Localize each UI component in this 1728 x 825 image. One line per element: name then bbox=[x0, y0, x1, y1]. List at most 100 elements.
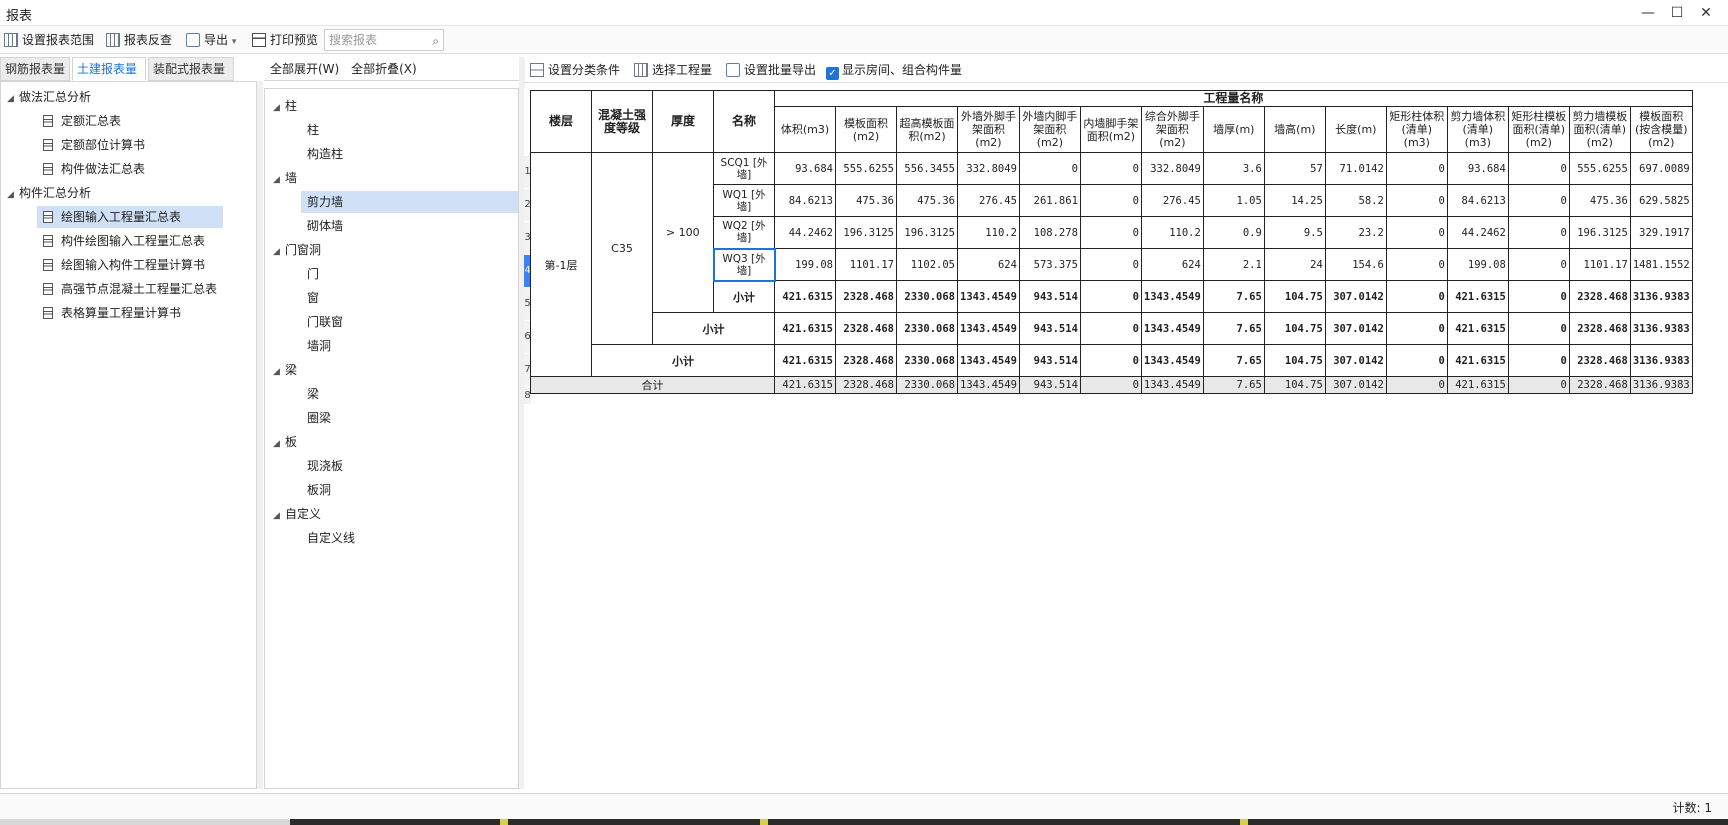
value-cell[interactable]: 0 bbox=[1079, 376, 1142, 394]
tree-leaf-ring-beam[interactable]: 圈梁 bbox=[307, 407, 331, 429]
header-rect-column-formwork[interactable]: 矩形柱模板面积(清单)(m2) bbox=[1507, 106, 1570, 153]
component-name-cell[interactable]: WQ2 [外墙] bbox=[713, 216, 775, 249]
value-cell[interactable]: 2330.068 bbox=[896, 312, 958, 345]
value-cell[interactable]: 475.36 bbox=[1568, 184, 1631, 217]
value-cell[interactable]: 44.2462 bbox=[1446, 216, 1509, 249]
print-preview-button[interactable]: 打印预览 bbox=[252, 30, 318, 50]
value-cell[interactable]: 93.684 bbox=[774, 152, 836, 185]
header-combined-ext-scaffold[interactable]: 综合外脚手架面积(m2) bbox=[1140, 106, 1204, 153]
value-cell[interactable]: 84.6213 bbox=[774, 184, 836, 217]
tree-leaf-masonry-wall[interactable]: 砌体墙 bbox=[307, 215, 343, 237]
value-cell[interactable]: 1102.05 bbox=[896, 248, 958, 281]
value-cell[interactable]: 624 bbox=[1140, 248, 1204, 281]
value-cell[interactable]: 104.75 bbox=[1263, 344, 1326, 377]
value-cell[interactable]: 307.0142 bbox=[1324, 344, 1387, 377]
tree-leaf-cast-slab[interactable]: 现浇板 bbox=[307, 455, 343, 477]
tree-leaf-door[interactable]: 门 bbox=[307, 263, 319, 285]
header-quantity-group[interactable]: 工程量名称 bbox=[774, 90, 1693, 107]
value-cell[interactable]: 0 bbox=[1079, 312, 1142, 345]
value-cell[interactable]: 475.36 bbox=[896, 184, 958, 217]
header-ext-wall-int-scaffold[interactable]: 外墙内脚手架面积(m2) bbox=[1018, 106, 1081, 153]
grade-cell[interactable]: C35 bbox=[591, 152, 653, 345]
value-cell[interactable]: 108.278 bbox=[1018, 216, 1081, 249]
value-cell[interactable]: 0 bbox=[1385, 248, 1448, 281]
header-volume[interactable]: 体积(m3) bbox=[774, 106, 836, 153]
value-cell[interactable]: 555.6255 bbox=[1568, 152, 1631, 185]
tree-leaf-slab-hole[interactable]: 板洞 bbox=[307, 479, 331, 501]
caret-down-icon[interactable]: ◢ bbox=[273, 433, 285, 455]
caret-down-icon[interactable]: ◢ bbox=[273, 241, 285, 263]
value-cell[interactable]: 93.684 bbox=[1446, 152, 1509, 185]
value-cell[interactable]: 0 bbox=[1507, 184, 1570, 217]
tree-leaf-wall-hole[interactable]: 墙洞 bbox=[307, 335, 331, 357]
value-cell[interactable]: 261.861 bbox=[1018, 184, 1081, 217]
tree-group-component[interactable]: ◢ 构件汇总分析 bbox=[7, 182, 91, 204]
value-cell[interactable]: 1343.4549 bbox=[957, 312, 1020, 345]
value-cell[interactable]: 71.0142 bbox=[1324, 152, 1387, 185]
value-cell[interactable]: 0 bbox=[1079, 152, 1142, 185]
value-cell[interactable]: 2328.468 bbox=[1568, 280, 1631, 313]
value-cell[interactable]: 0 bbox=[1385, 344, 1448, 377]
caret-down-icon[interactable]: ◢ bbox=[273, 97, 285, 119]
tree-item-drawing-calc-book[interactable]: 绘图输入构件工程量计算书 bbox=[43, 254, 205, 276]
value-cell[interactable]: 556.3455 bbox=[896, 152, 958, 185]
tree-leaf-beam[interactable]: 梁 bbox=[307, 383, 319, 405]
value-cell[interactable]: 104.75 bbox=[1263, 376, 1326, 394]
value-cell[interactable]: 2328.468 bbox=[835, 312, 897, 345]
value-cell[interactable]: 44.2462 bbox=[774, 216, 836, 249]
tree-item-quota-location[interactable]: 定额部位计算书 bbox=[43, 134, 145, 156]
caret-down-icon[interactable]: ◢ bbox=[273, 361, 285, 383]
value-cell[interactable]: 697.0089 bbox=[1629, 152, 1693, 185]
header-wall-height[interactable]: 墙高(m) bbox=[1263, 106, 1326, 153]
value-cell[interactable]: 3136.9383 bbox=[1629, 280, 1693, 313]
value-cell[interactable]: 196.3125 bbox=[896, 216, 958, 249]
show-rooms-checkbox[interactable]: ✓ 显示房间、组合构件量 bbox=[826, 60, 962, 80]
tree-cat-column[interactable]: ◢ 柱 bbox=[273, 95, 297, 117]
value-cell[interactable]: 943.514 bbox=[1018, 344, 1081, 377]
value-cell[interactable]: 7.65 bbox=[1202, 344, 1265, 377]
tree-item-drawing-summary[interactable]: 绘图输入工程量汇总表 bbox=[37, 206, 223, 228]
value-cell[interactable]: 2330.068 bbox=[896, 280, 958, 313]
value-cell[interactable]: 421.6315 bbox=[774, 344, 836, 377]
value-cell[interactable]: 0 bbox=[1507, 312, 1570, 345]
value-cell[interactable]: 0 bbox=[1079, 280, 1142, 313]
maximize-icon[interactable]: ☐ bbox=[1665, 3, 1689, 23]
left-splitter[interactable] bbox=[257, 81, 263, 789]
value-cell[interactable]: 1343.4549 bbox=[1140, 344, 1204, 377]
value-cell[interactable]: 0 bbox=[1507, 152, 1570, 185]
value-cell[interactable]: 0 bbox=[1079, 344, 1142, 377]
tree-leaf-door-window[interactable]: 门联窗 bbox=[307, 311, 343, 333]
value-cell[interactable]: 199.08 bbox=[774, 248, 836, 281]
value-cell[interactable]: 0 bbox=[1385, 280, 1448, 313]
value-cell[interactable]: 2330.068 bbox=[896, 344, 958, 377]
value-cell[interactable]: 3136.9383 bbox=[1629, 312, 1693, 345]
value-cell[interactable]: 421.6315 bbox=[774, 376, 836, 394]
tab-civil[interactable]: 土建报表量 bbox=[72, 57, 146, 81]
value-cell[interactable]: 104.75 bbox=[1263, 312, 1326, 345]
value-cell[interactable]: 2328.468 bbox=[835, 376, 897, 394]
value-cell[interactable]: 2328.468 bbox=[1568, 376, 1631, 394]
value-cell[interactable]: 1101.17 bbox=[835, 248, 897, 281]
value-cell[interactable]: 110.2 bbox=[957, 216, 1020, 249]
value-cell[interactable]: 0 bbox=[1507, 376, 1570, 394]
tree-leaf-constructional-column[interactable]: 构造柱 bbox=[307, 143, 343, 165]
floor-cell[interactable]: 第-1层 bbox=[530, 152, 592, 377]
value-cell[interactable]: 943.514 bbox=[1018, 312, 1081, 345]
value-cell[interactable]: 0 bbox=[1507, 248, 1570, 281]
header-rect-column-volume[interactable]: 矩形柱体积(清单)(m3) bbox=[1385, 106, 1448, 153]
value-cell[interactable]: 3136.9383 bbox=[1629, 344, 1693, 377]
value-cell[interactable]: 104.75 bbox=[1263, 280, 1326, 313]
tree-leaf-column[interactable]: 柱 bbox=[307, 119, 319, 141]
value-cell[interactable]: 421.6315 bbox=[774, 312, 836, 345]
value-cell[interactable]: 2328.468 bbox=[835, 280, 897, 313]
value-cell[interactable]: 196.3125 bbox=[1568, 216, 1631, 249]
header-concrete-grade[interactable]: 混凝土强度等级 bbox=[591, 90, 653, 153]
collapse-all-button[interactable]: 全部折叠(X) bbox=[351, 62, 417, 76]
value-cell[interactable]: 1343.4549 bbox=[1140, 312, 1204, 345]
component-name-cell[interactable]: WQ1 [外墙] bbox=[713, 184, 775, 217]
value-cell[interactable]: 421.6315 bbox=[1446, 312, 1509, 345]
value-cell[interactable]: 332.8049 bbox=[1140, 152, 1204, 185]
tree-cat-custom[interactable]: ◢ 自定义 bbox=[273, 503, 321, 525]
value-cell[interactable]: 332.8049 bbox=[957, 152, 1020, 185]
tree-item-quota-summary[interactable]: 定额汇总表 bbox=[43, 110, 121, 132]
